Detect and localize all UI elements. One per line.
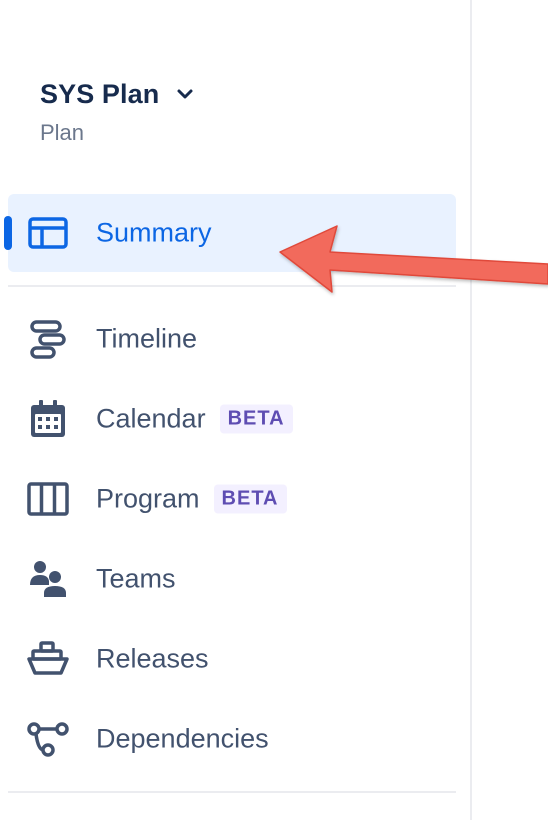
teams-icon [26,557,70,601]
calendar-label-text: Calendar [96,403,206,434]
chevron-down-icon [175,84,195,104]
program-columns-icon [26,477,70,521]
sidebar-item-calendar[interactable]: Calendar BETA [8,380,456,458]
sidebar-item-releases[interactable]: Releases [8,620,456,698]
sidebar: SYS Plan Plan Summary Timeline Calendar … [0,0,472,820]
plan-title: SYS Plan [40,78,160,109]
sidebar-item-timeline[interactable]: Timeline [8,300,456,378]
selected-indicator [4,216,12,250]
page: SYS Plan Plan Summary Timeline Calendar … [0,0,548,820]
dependencies-icon [26,717,70,761]
sidebar-item-label: Summary [96,217,212,248]
calendar-icon [26,397,70,441]
sidebar-item-label: Teams [96,563,176,594]
sidebar-item-program[interactable]: Program BETA [8,460,456,538]
sidebar-item-dependencies[interactable]: Dependencies [8,700,456,778]
main-content-area [472,0,548,820]
sidebar-item-label: Calendar BETA [96,404,293,435]
plan-subtitle: Plan [40,120,85,145]
releases-ship-icon [26,637,70,681]
divider [8,791,456,793]
sidebar-item-label: Dependencies [96,723,269,754]
plan-switcher[interactable]: SYS Plan [40,74,240,114]
program-label-text: Program [96,483,200,514]
sidebar-item-teams[interactable]: Teams [8,540,456,618]
timeline-icon [26,317,70,361]
divider [8,285,456,287]
sidebar-item-label: Timeline [96,323,198,354]
sidebar-item-label: Releases [96,643,209,674]
beta-badge: BETA [213,484,287,514]
sidebar-item-label: Program BETA [96,484,287,515]
beta-badge: BETA [219,404,293,434]
sidebar-item-summary[interactable]: Summary [4,194,456,272]
summary-layout-icon [26,211,70,255]
